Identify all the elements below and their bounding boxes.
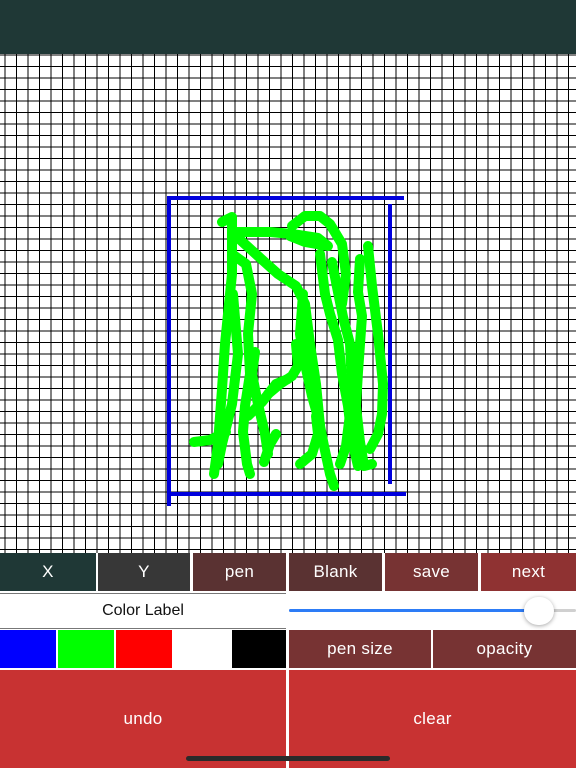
pen-size-button[interactable]: pen size: [289, 630, 431, 668]
slider-fill: [289, 609, 539, 612]
y-button[interactable]: Y: [98, 553, 190, 591]
top-bar: [0, 0, 576, 54]
clear-button[interactable]: clear: [289, 670, 576, 768]
next-button[interactable]: next: [481, 553, 576, 591]
undo-button[interactable]: undo: [0, 670, 286, 768]
pen-button[interactable]: pen: [193, 553, 286, 591]
swatch-blue[interactable]: [0, 630, 56, 668]
swatch-green[interactable]: [58, 630, 114, 668]
x-button[interactable]: X: [0, 553, 96, 591]
swatch-black[interactable]: [232, 630, 286, 668]
swatch-red[interactable]: [116, 630, 172, 668]
size-slider[interactable]: [289, 595, 576, 627]
drawing-canvas[interactable]: [0, 54, 576, 553]
green-sketch: [189, 211, 388, 491]
blank-button[interactable]: Blank: [289, 553, 382, 591]
color-label: Color Label: [0, 593, 286, 629]
slider-thumb[interactable]: [524, 597, 554, 625]
swatch-white[interactable]: [174, 630, 230, 668]
home-indicator: [186, 756, 390, 761]
drawing-layer: [167, 196, 406, 506]
opacity-button[interactable]: opacity: [433, 630, 576, 668]
save-button[interactable]: save: [385, 553, 478, 591]
